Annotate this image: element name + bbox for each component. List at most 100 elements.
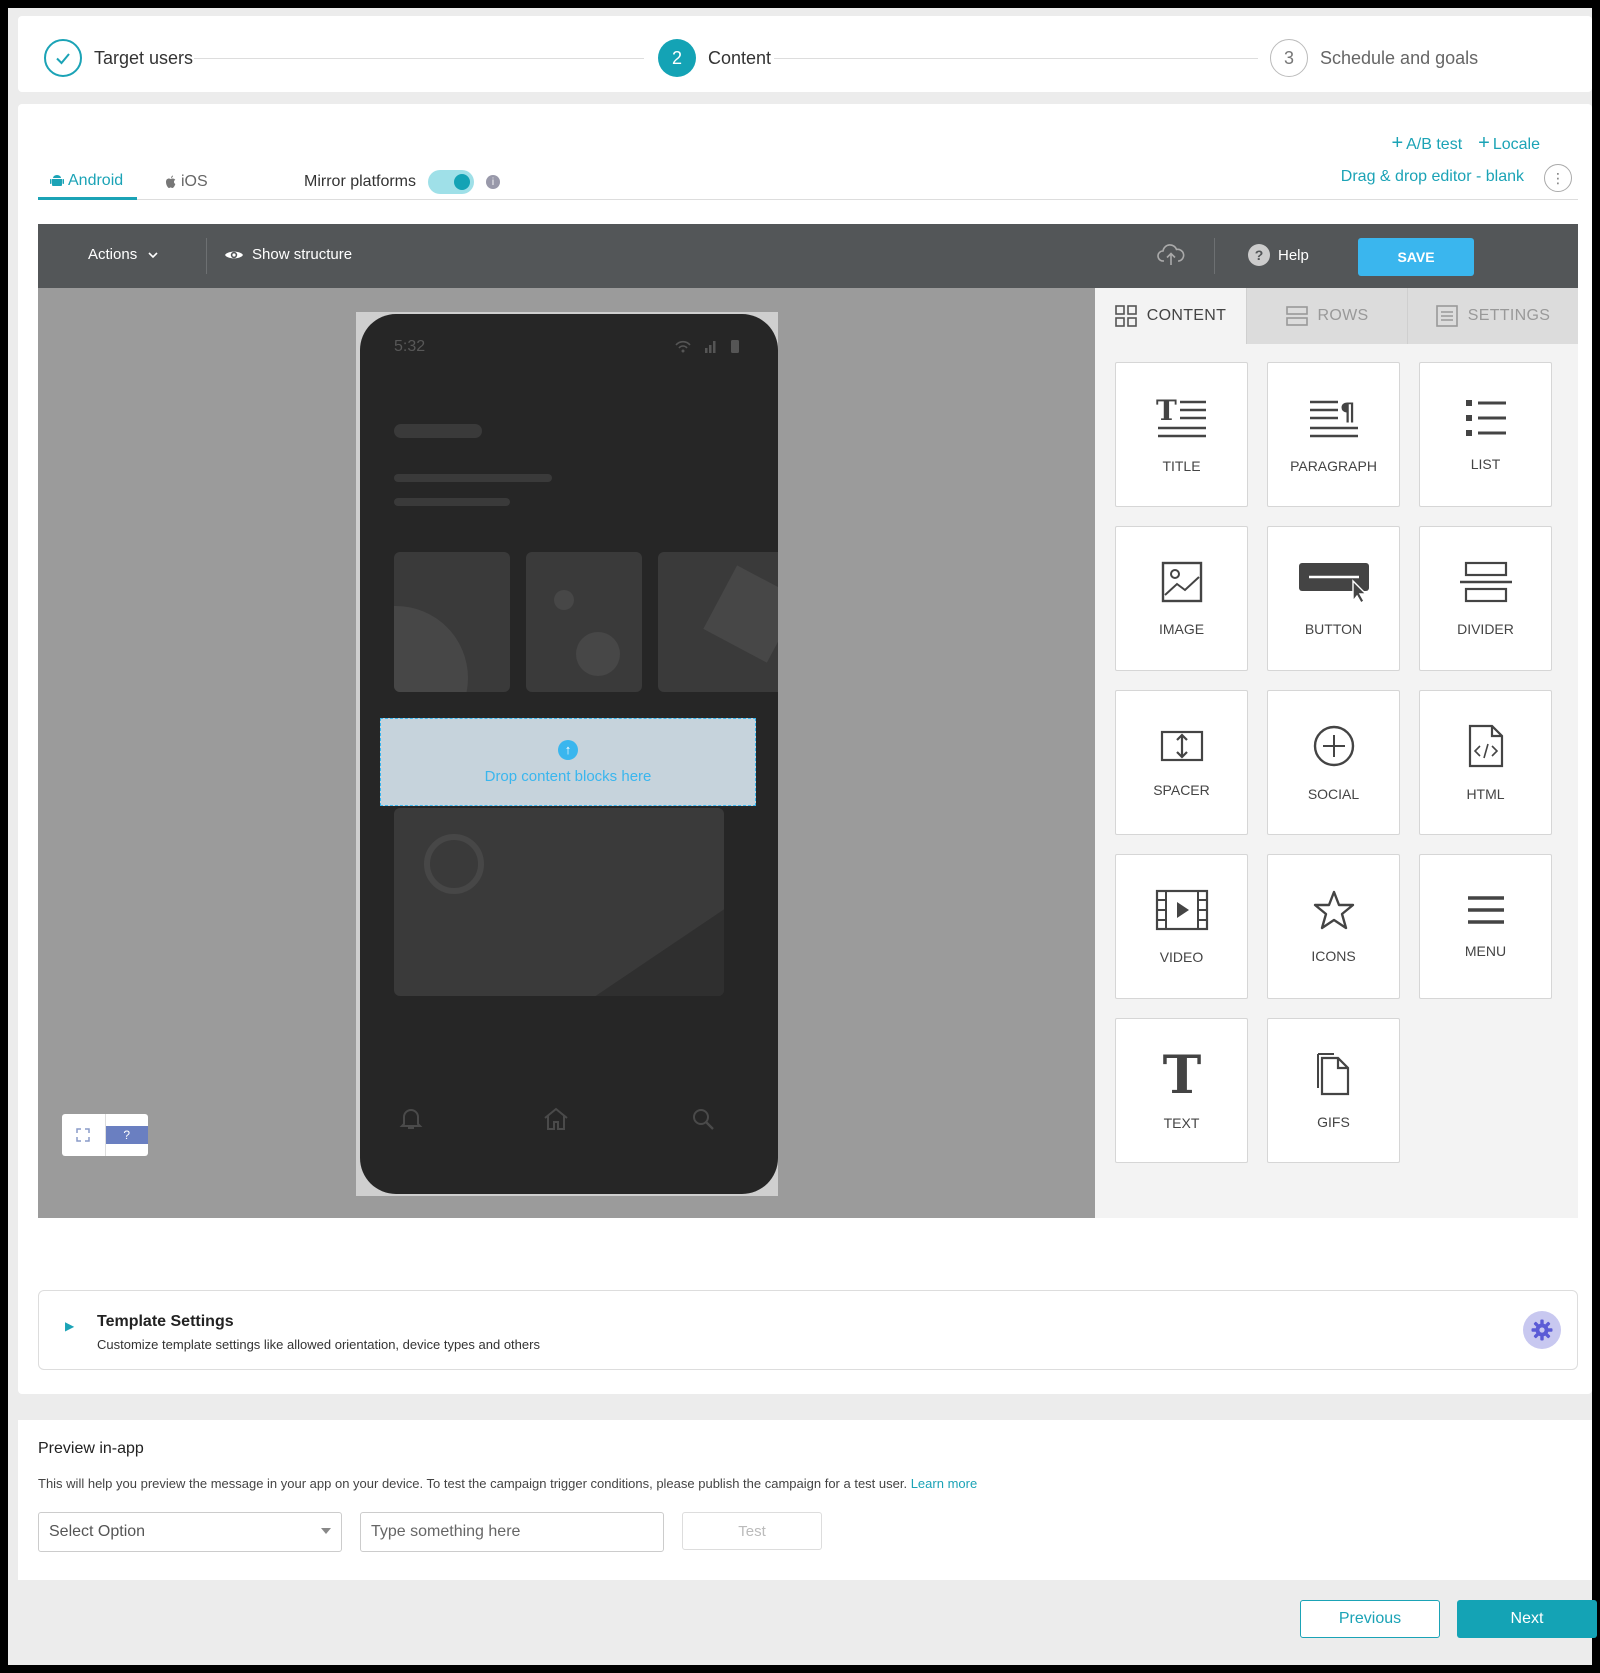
skeleton-bar [394,424,482,438]
previous-button[interactable]: Previous [1300,1600,1440,1638]
step-connector [774,58,1258,59]
info-icon[interactable]: i [486,175,501,189]
platform-tabs: Android iOS [38,164,1578,200]
step-schedule-goals[interactable]: 3 Schedule and goals [1270,39,1478,77]
gear-icon[interactable] [1523,1311,1561,1349]
block-html[interactable]: HTML [1419,690,1552,835]
block-divider[interactable]: DIVIDER [1419,526,1552,671]
block-label: GIFS [1317,1113,1350,1130]
add-locale-link[interactable]: + Locale [1478,132,1540,155]
tab-content[interactable]: CONTENT [1095,288,1246,344]
fullscreen-icon[interactable] [62,1114,105,1156]
html-code-icon [1468,724,1503,767]
search-icon [693,1109,714,1130]
bell-icon [399,1109,423,1129]
skeleton-card [394,552,510,692]
add-ab-test-link[interactable]: + A/B test [1391,132,1462,155]
phone-status-icons [674,338,742,359]
tab-ios[interactable]: iOS [164,164,208,200]
social-plus-icon [1313,725,1354,766]
learn-more-link[interactable]: Learn more [911,1476,977,1491]
plus-icon: + [1391,132,1404,154]
skeleton-card [658,552,778,692]
list-icon [1465,399,1506,436]
block-social[interactable]: SOCIAL [1267,690,1400,835]
block-image[interactable]: IMAGE [1115,526,1248,671]
step-label: Schedule and goals [1320,47,1479,68]
block-title[interactable]: T TITLE [1115,362,1248,507]
step-label: Content [708,47,772,68]
mirror-label: Mirror platforms [304,173,417,190]
block-video[interactable]: VIDEO [1115,854,1248,999]
help-button[interactable]: ? Help [1248,244,1309,266]
caret-right-icon: ▶ [65,1319,75,1333]
tab-label: SETTINGS [1467,307,1551,324]
block-label: LIST [1470,455,1501,472]
preview-description: This will help you preview the message i… [38,1476,977,1491]
step-content[interactable]: 2 Content [658,39,771,77]
block-gifs[interactable]: GIFS [1267,1018,1400,1163]
save-button[interactable]: SAVE [1358,238,1474,276]
image-icon [1161,561,1202,602]
show-structure-toggle[interactable]: Show structure [224,246,352,263]
arrow-up-icon: ↑ [558,739,578,760]
menu-icon [1467,895,1504,924]
block-list[interactable]: LIST [1419,362,1552,507]
preview-in-app-section: Preview in-app This will help you previe… [18,1420,1592,1580]
mirror-platforms: Mirror platforms i [304,170,501,194]
step-target-users[interactable]: Target users [44,39,193,77]
block-menu[interactable]: MENU [1419,854,1552,999]
block-paragraph[interactable]: ¶ PARAGRAPH [1267,362,1400,507]
block-label: DIVIDER [1457,620,1514,637]
block-icons[interactable]: ICONS [1267,854,1400,999]
side-tabs: CONTENT ROWS SETTINGS [1095,288,1578,344]
skeleton-bar [394,474,552,482]
skeleton-card [526,552,642,692]
template-settings-panel[interactable]: ▶ Template Settings Customize template s… [38,1290,1578,1370]
ab-test-label: A/B test [1406,136,1463,153]
content-side-panel: CONTENT ROWS SETTINGS T TITLE ¶ PARAGRAP… [1095,288,1578,1218]
home-icon [544,1107,568,1130]
tab-label: Android [68,171,124,189]
next-button[interactable]: Next [1457,1600,1597,1638]
tab-label: CONTENT [1146,307,1227,324]
mirror-platforms-toggle[interactable] [428,170,475,194]
block-label: TITLE [1162,457,1201,474]
button-icon [1298,562,1369,603]
block-spacer[interactable]: SPACER [1115,690,1248,835]
step-connector [194,58,644,59]
video-film-icon [1155,889,1208,930]
test-user-select[interactable]: Select Option [38,1512,342,1552]
phone-time: 5:32 [394,338,426,355]
block-label: MENU [1464,942,1507,959]
actions-label: Actions [88,246,138,263]
block-text[interactable]: T TEXT [1115,1018,1248,1163]
drop-zone[interactable]: ↑ Drop content blocks here [380,718,756,806]
block-label: SOCIAL [1307,785,1360,802]
test-button[interactable]: Test [682,1512,822,1550]
chevron-down-icon [148,251,158,258]
svg-text:T: T [1162,1051,1201,1097]
tab-rows[interactable]: ROWS [1246,288,1407,344]
test-value-input[interactable] [360,1512,664,1552]
help-shortcuts-icon[interactable]: ? [104,1114,148,1156]
tab-android[interactable]: Android [38,164,138,200]
content-blocks-grid: T TITLE ¶ PARAGRAPH LIST IMAGE BUTTON DI… [1115,362,1552,1163]
drag-drop-editor: Actions Show structure ? Help SAVE 5:32 … [38,224,1578,1224]
block-label: IMAGE [1158,620,1205,637]
preview-description-text: This will help you preview the message i… [38,1476,908,1491]
block-label: HTML [1466,785,1505,802]
title-icon: T [1156,396,1206,437]
star-icon [1313,890,1354,929]
actions-dropdown[interactable]: Actions [88,246,159,263]
campaign-stepper: Target users 2 Content 3 Schedule and go… [18,16,1592,92]
block-button[interactable]: BUTTON [1267,526,1400,671]
cloud-upload-icon[interactable] [1156,242,1186,273]
step-number: 3 [1270,39,1308,77]
caret-down-icon [321,1528,331,1534]
tab-label: iOS [181,173,208,190]
tab-settings[interactable]: SETTINGS [1407,288,1578,344]
block-label: VIDEO [1159,948,1204,965]
settings-doc-icon [1435,305,1458,327]
block-label: BUTTON [1304,620,1363,637]
